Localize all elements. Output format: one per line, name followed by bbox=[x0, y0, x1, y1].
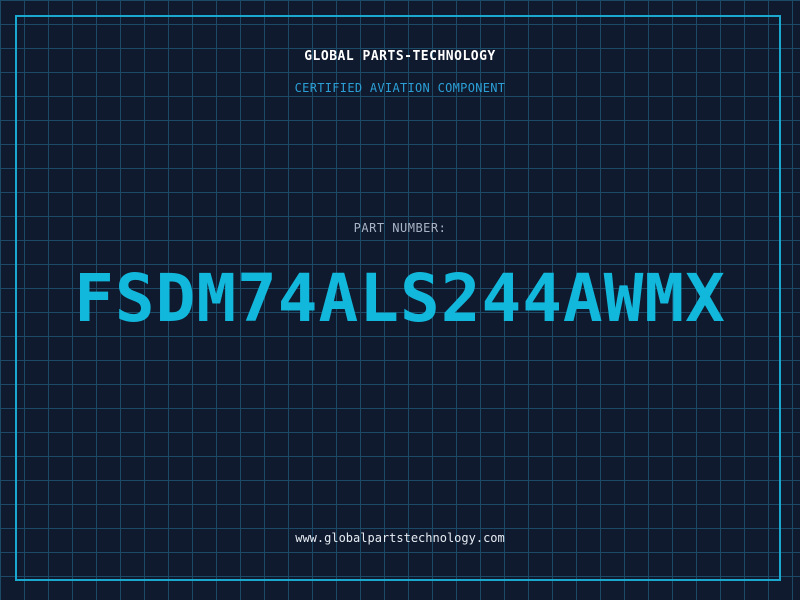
website-url: www.globalpartstechnology.com bbox=[295, 531, 505, 545]
brand-title: GLOBAL PARTS-TECHNOLOGY bbox=[304, 49, 496, 64]
certification-subtitle: CERTIFIED AVIATION COMPONENT bbox=[294, 81, 506, 95]
part-number-value: FSDM74ALS244AWMX bbox=[74, 260, 726, 337]
part-number-label: PART NUMBER: bbox=[353, 221, 447, 235]
label-canvas: GLOBAL PARTS-TECHNOLOGY CERTIFIED AVIATI… bbox=[0, 0, 800, 600]
